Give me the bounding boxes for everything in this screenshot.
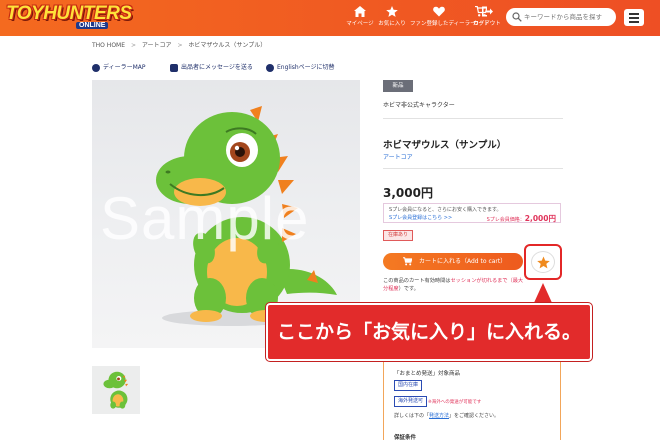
- breadcrumb-home[interactable]: THO HOME: [92, 42, 125, 49]
- member-price: Sプレ会員価格：2,000円: [487, 213, 556, 224]
- unofficial-character-label: ホビマ非公式キャラクター: [383, 102, 455, 109]
- home-icon: [354, 6, 366, 17]
- cart-note-prefix: この商品のカート有効時間は: [383, 278, 451, 284]
- nav-favorites-label: お気に入り: [378, 21, 406, 27]
- member-price-label: Sプレ会員価格：: [486, 217, 525, 223]
- breadcrumb-current: ホビマザウルス（サンプル）: [188, 42, 267, 49]
- instruction-callout: ここから「お気に入り」に入れる。: [265, 302, 593, 362]
- person-icon: [92, 64, 100, 72]
- nav-logout[interactable]: ログアウト: [472, 6, 502, 32]
- logo-text: TOYHUNTERS: [6, 3, 132, 24]
- member-note: Sプレ会員になると、さらにお安く購入できます。: [389, 207, 502, 213]
- nav-favorites[interactable]: お気に入り: [377, 6, 407, 32]
- breadcrumb-separator: >: [177, 42, 183, 49]
- breadcrumb-separator: >: [130, 42, 136, 49]
- dealer-map-label: ディーラーMAP: [103, 64, 146, 71]
- cart-note-end: ）です。: [398, 285, 419, 292]
- divider: [383, 118, 563, 119]
- member-signup-link[interactable]: Sプレ会員登録はこちら >>: [389, 214, 452, 221]
- divider: [383, 168, 563, 169]
- add-to-cart-button[interactable]: カートに入れる（Add to cart）: [383, 253, 523, 270]
- mail-icon: [170, 64, 178, 72]
- stock-status-badge: 在庫あり: [383, 230, 413, 241]
- shipping-detail-suffix: 」をご確認ください。: [449, 413, 500, 419]
- nav-mypage[interactable]: マイページ: [345, 6, 375, 32]
- nav-fan-dealers-label: ファン登録したディーラー: [410, 21, 476, 27]
- cart-note-suffix: 分程度: [383, 285, 399, 292]
- bundle-shipping-title: 「おまとめ発送」対象商品: [394, 371, 461, 377]
- message-seller-label: 出品者にメッセージを送る: [181, 64, 253, 71]
- search-bar[interactable]: [506, 8, 616, 26]
- domestic-stock-tag: 国内在庫: [394, 380, 423, 391]
- add-to-favorites-button[interactable]: [531, 251, 555, 273]
- add-to-cart-label: カートに入れる（Add to cart）: [419, 258, 507, 265]
- star-icon: [386, 6, 398, 17]
- search-input[interactable]: [524, 10, 612, 24]
- cart-icon: [403, 257, 412, 266]
- condition-badge: 新品: [383, 80, 413, 92]
- logout-icon: [482, 6, 493, 17]
- breadcrumb: THO HOME > アートコア > ホビマザウルス（サンプル）: [92, 40, 270, 49]
- callout-pointer: [533, 283, 553, 305]
- menu-line: [629, 21, 639, 23]
- nav-mypage-label: マイページ: [346, 21, 374, 27]
- product-title: ホビマザウルス（サンプル）: [383, 140, 507, 151]
- nav-fan-dealers[interactable]: ファン登録したディーラー: [410, 6, 476, 32]
- hamburger-menu-button[interactable]: [624, 9, 644, 26]
- member-price-value: 2,000円: [524, 214, 556, 223]
- menu-line: [629, 13, 639, 15]
- logo-subtext: ONLINE: [76, 22, 109, 29]
- cart-note-red: セッションが切れるまで（最大: [450, 278, 524, 284]
- search-icon: [512, 12, 522, 22]
- overseas-note: ※海外への発送が可能です: [428, 400, 482, 405]
- favorite-highlight-frame: [524, 244, 562, 280]
- switch-icon: [266, 64, 274, 72]
- sample-watermark: Sample: [100, 185, 310, 252]
- product-price: 3,000円: [383, 186, 433, 200]
- star-icon: [537, 256, 550, 269]
- shipping-detail-prefix: 詳しくは下の「: [394, 413, 430, 419]
- maker-link[interactable]: アートコア: [383, 152, 413, 161]
- dinosaur-thumbnail-illustration: [92, 366, 140, 414]
- heart-icon: [433, 6, 445, 17]
- english-page-label: Englishページに切替: [277, 64, 335, 71]
- nav-logout-label: ログアウト: [473, 21, 501, 27]
- product-thumbnail[interactable]: [92, 366, 140, 414]
- menu-line: [629, 17, 639, 19]
- shipping-detail: 詳しくは下の「発送方法」をご確認ください。: [394, 412, 499, 419]
- breadcrumb-maker[interactable]: アートコア: [142, 42, 172, 49]
- shipping-info-box: 「おまとめ発送」対象商品 国内在庫 海外発送可 ※海外への発送が可能です 詳しく…: [383, 360, 561, 441]
- site-logo[interactable]: TOYHUNTERS ONLINE: [6, 3, 144, 33]
- member-price-box: Sプレ会員になると、さらにお安く購入できます。 Sプレ会員登録はこちら >> S…: [383, 203, 561, 223]
- shipping-method-link[interactable]: 発送方法: [429, 413, 449, 419]
- site-header: TOYHUNTERS ONLINE マイページ お気に入り ファン登録したディー…: [0, 0, 660, 36]
- overseas-shipping-tag: 海外発送可: [394, 396, 428, 407]
